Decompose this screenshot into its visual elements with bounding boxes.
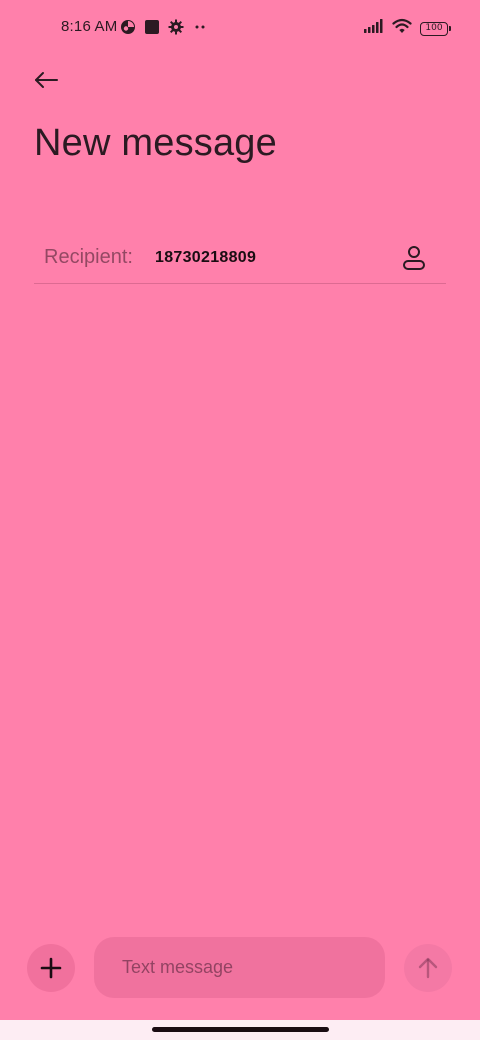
navigation-bar (0, 1020, 480, 1040)
vpn-icon (120, 19, 136, 40)
status-left-icons (120, 19, 208, 40)
page-title: New message (34, 122, 277, 164)
status-time: 8:16 AM (61, 18, 118, 35)
settings-icon (168, 19, 184, 40)
signal-icon (364, 19, 384, 38)
send-arrow-up-icon (418, 957, 438, 979)
wifi-icon (392, 18, 412, 39)
back-arrow-icon (35, 72, 58, 88)
back-button[interactable] (28, 62, 64, 98)
message-input[interactable] (94, 937, 385, 998)
square-notification-icon (144, 19, 160, 40)
battery-icon: 100 (420, 21, 451, 36)
person-icon (403, 246, 425, 270)
recipient-number[interactable]: 18730218809 (155, 249, 256, 267)
add-attachment-button[interactable] (27, 944, 75, 992)
recipient-row[interactable]: Recipient: 18730218809 (34, 232, 446, 284)
send-button[interactable] (404, 944, 452, 992)
status-bar: 8:16 AM 100 (0, 0, 480, 56)
pick-contact-button[interactable] (398, 242, 430, 274)
status-right-icons: 100 (364, 18, 451, 39)
home-indicator[interactable] (152, 1027, 329, 1032)
plus-icon (40, 957, 62, 979)
recipient-label: Recipient: (44, 246, 133, 268)
more-dots-icon (192, 19, 208, 40)
